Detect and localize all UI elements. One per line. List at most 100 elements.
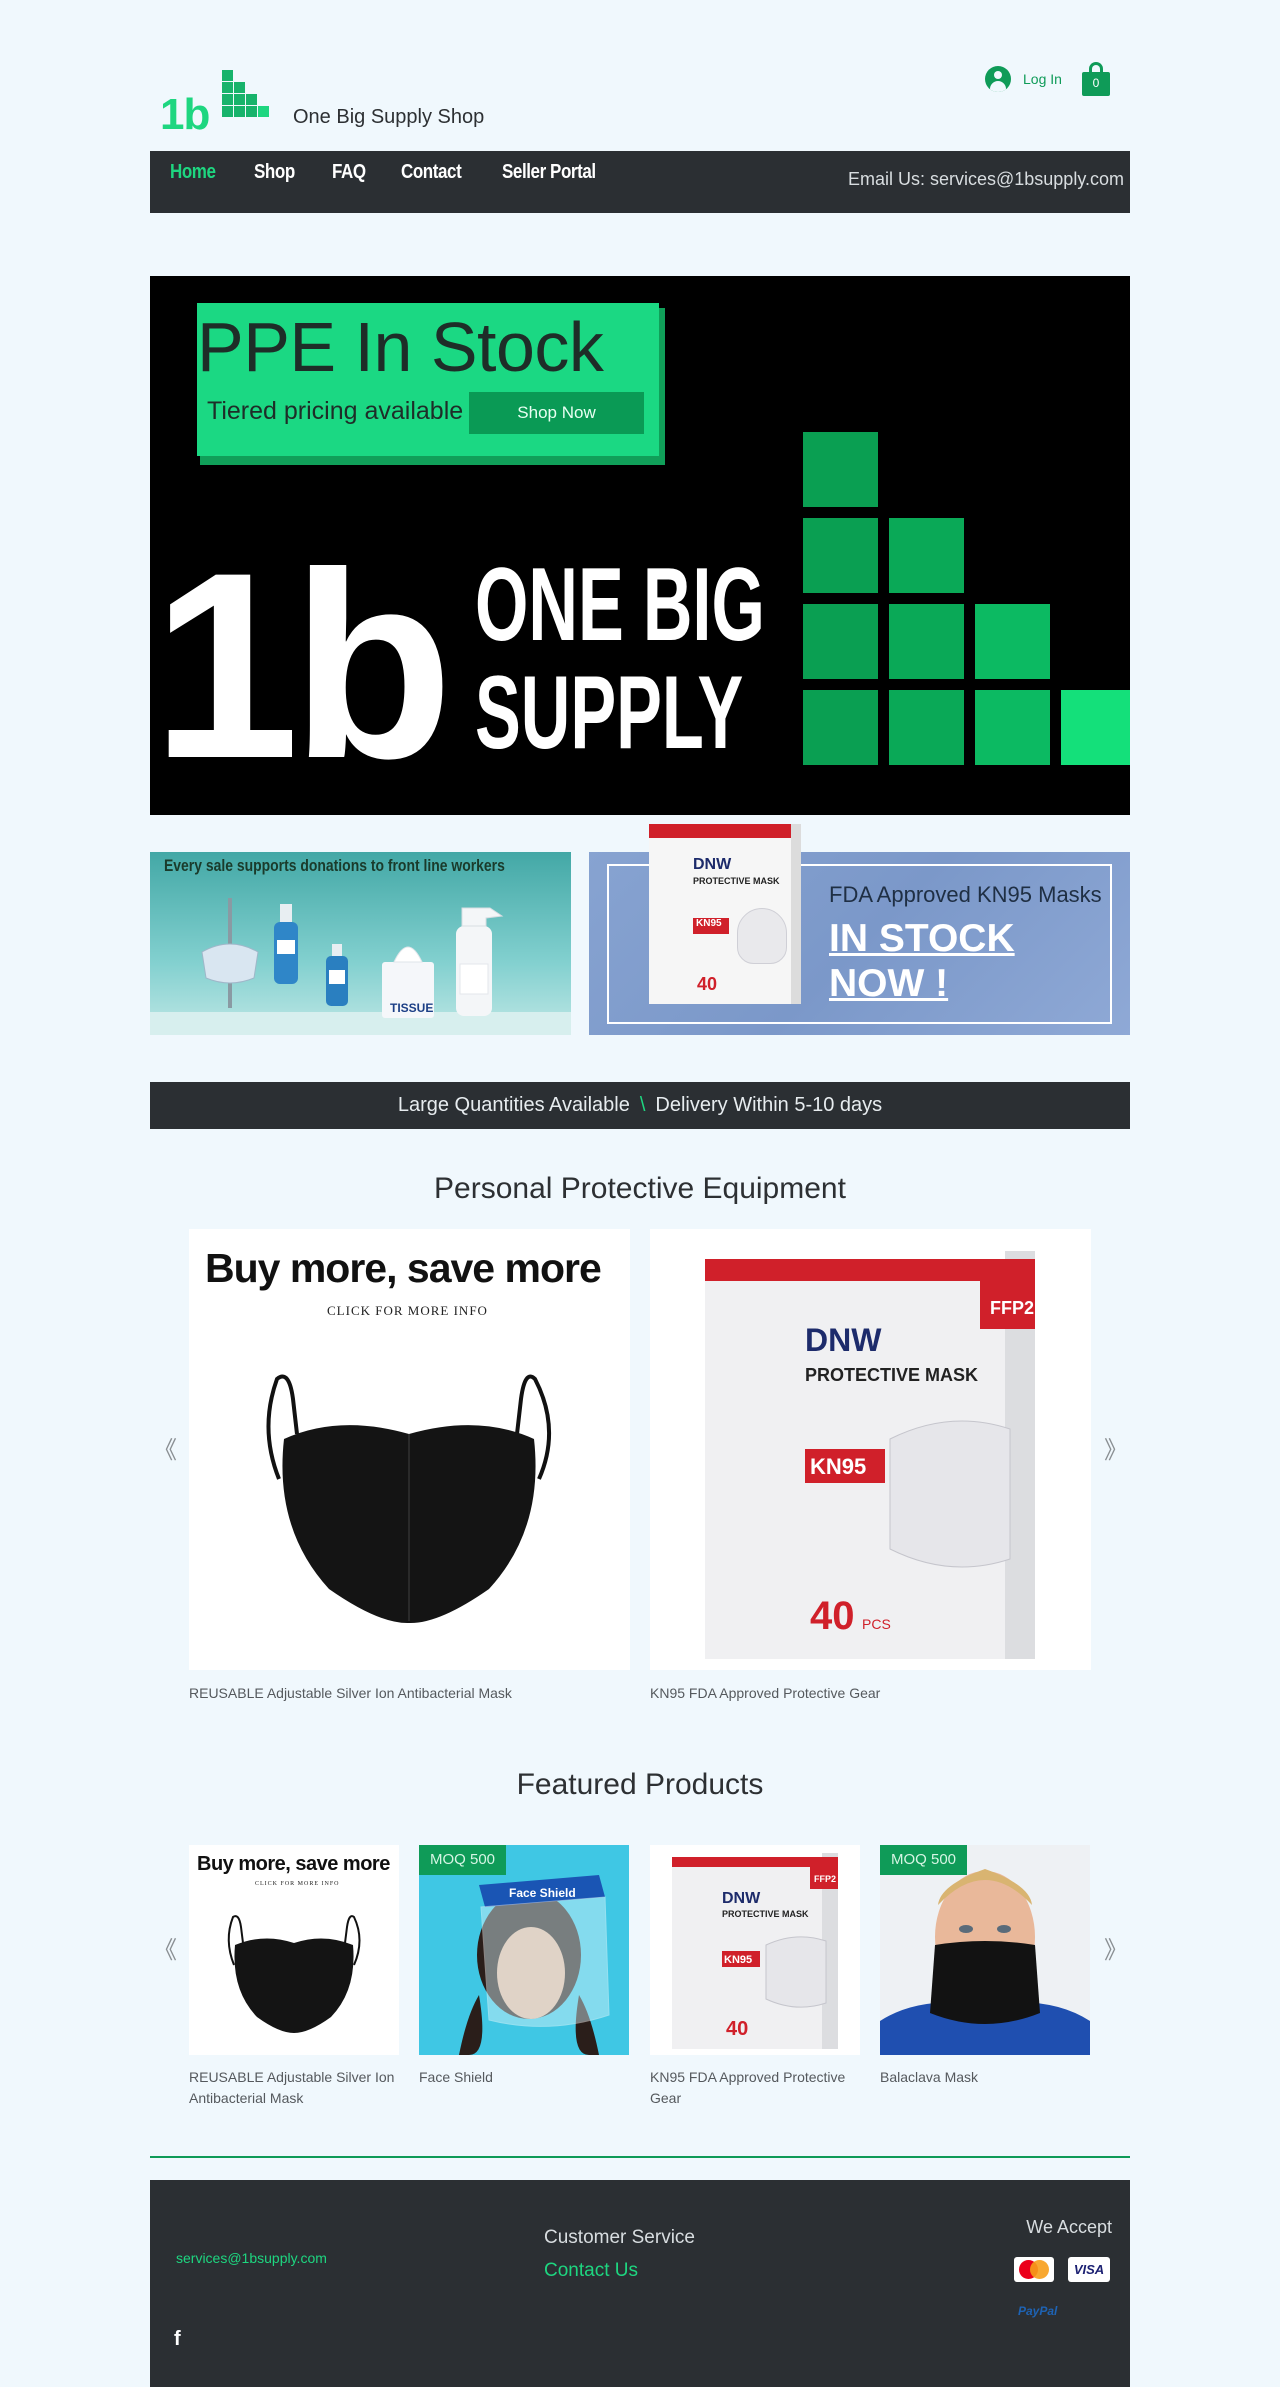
logo-block (258, 106, 269, 117)
ppe-prev-arrow[interactable]: 《 (153, 1430, 177, 1465)
hero-callout: PPE In Stock Tiered pricing available Sh… (197, 303, 659, 456)
we-accept-heading: We Accept (1026, 2217, 1112, 2237)
shield-band-text: Face Shield (509, 1886, 576, 1900)
shop-name[interactable]: One Big Supply Shop (293, 106, 484, 129)
kn95-box-product: PROTECTIVE MASK (693, 876, 780, 886)
product-card-image[interactable]: Buy more, save more CLICK FOR MORE INFO (189, 1845, 399, 2055)
hero-block (975, 690, 1050, 765)
customer-service-heading: Customer Service (544, 2227, 695, 2248)
hero-block (889, 690, 964, 765)
product-name[interactable]: Face Shield (419, 2067, 629, 2088)
kn95-promo-banner[interactable]: DNW PROTECTIVE MASK KN95 40 FDA Approved… (589, 824, 1130, 1035)
logo-block (234, 82, 245, 93)
svg-text:DNW: DNW (722, 1890, 761, 1907)
ppe-next-arrow[interactable]: 》 (1104, 1430, 1128, 1465)
hero-banner: PPE In Stock Tiered pricing available Sh… (150, 276, 1130, 815)
product-name[interactable]: REUSABLE Adjustable Silver Ion Antibacte… (189, 1683, 630, 1704)
facebook-icon[interactable]: f (174, 2328, 181, 2351)
product-card-image[interactable]: FFP2 DNW PROTECTIVE MASK KN95 40 (650, 1845, 860, 2055)
hero-brand-text: ONE BIG SUPPLY (475, 551, 765, 767)
hero-block (803, 604, 878, 679)
svg-text:PCS: PCS (862, 1616, 891, 1632)
nav-item-faq[interactable]: FAQ (332, 161, 366, 184)
kn95-box-brand: DNW (693, 856, 732, 873)
main-nav: Home Shop FAQ Contact Seller Portal Emai… (150, 151, 1130, 213)
face-shield-illustration: Face Shield (419, 1845, 629, 2055)
product-card-image[interactable]: MOQ 500 (880, 1845, 1090, 2055)
svg-text:40: 40 (726, 2018, 748, 2040)
hero-block (803, 518, 878, 593)
hero-big-logo: 1b (152, 518, 453, 814)
hero-block (803, 690, 878, 765)
cart-count: 0 (1092, 76, 1100, 90)
svg-text:KN95: KN95 (724, 1954, 752, 1966)
logo-block (234, 94, 245, 105)
black-mask-illustration (266, 1374, 552, 1624)
nav-item-shop[interactable]: Shop (254, 161, 295, 184)
shop-now-button[interactable]: Shop Now (469, 392, 644, 434)
footer-divider (150, 2156, 1130, 2158)
visa-icon: VISA (1068, 2257, 1110, 2282)
kn95-box-stripe (649, 824, 791, 838)
logo-block (222, 94, 233, 105)
moq-badge: MOQ 500 (419, 1845, 507, 1875)
svg-text:TISSUE: TISSUE (390, 1001, 433, 1015)
product-name[interactable]: KN95 FDA Approved Protective Gear (650, 2067, 860, 2109)
info-strip-separator: \ (639, 1094, 646, 1116)
cleaning-products-illustration: TISSUE (150, 898, 571, 1035)
black-mask-illustration (227, 1915, 361, 2033)
mastercard-icon (1014, 2257, 1054, 2282)
hero-block (889, 518, 964, 593)
info-strip-left: Large Quantities Available (397, 1094, 630, 1116)
product-name[interactable]: KN95 FDA Approved Protective Gear (650, 1683, 1091, 1704)
kn95-mask-shape (737, 908, 787, 964)
kn95-box-tag: KN95 (693, 918, 729, 934)
hero-title: PPE In Stock (197, 308, 604, 386)
svg-text:40: 40 (810, 1594, 855, 1638)
paypal-icon: PayPal (1018, 2304, 1058, 2318)
balaclava-illustration (880, 1845, 1090, 2055)
kn95-box-illustration: FFP2 DNW PROTECTIVE MASK KN95 40 (672, 1853, 838, 2049)
kn95-box-illustration: FFP2 DNW PROTECTIVE MASK KN95 40 PCS (705, 1251, 1035, 1659)
svg-text:KN95: KN95 (810, 1454, 866, 1479)
hero-block (889, 604, 964, 679)
logo-block (222, 70, 233, 81)
logo-block (246, 106, 257, 117)
info-strip-right: Delivery Within 5-10 days (655, 1094, 883, 1116)
nav-items: Home Shop FAQ Contact Seller Portal (170, 161, 612, 184)
login-button[interactable]: Log In (985, 66, 1062, 92)
logo-block (222, 82, 233, 93)
nav-item-home[interactable]: Home (170, 161, 216, 184)
kn95-promo-line2: NOW ! (829, 962, 949, 1005)
ppe-section-title: Personal Protective Equipment (434, 1172, 846, 1205)
contact-us-link[interactable]: Contact Us (544, 2260, 638, 2282)
product-card-image[interactable]: FFP2 DNW PROTECTIVE MASK KN95 40 PCS (650, 1229, 1091, 1670)
svg-text:FFP2: FFP2 (814, 1874, 836, 1884)
product-name[interactable]: Balaclava Mask (880, 2067, 1090, 2088)
footer-email[interactable]: services@1bsupply.com (176, 2250, 327, 2266)
nav-email[interactable]: Email Us: services@1bsupply.com (848, 169, 1124, 190)
product-name[interactable]: REUSABLE Adjustable Silver Ion Antibacte… (189, 2067, 399, 2109)
user-avatar-icon (985, 66, 1011, 92)
logo-block (234, 106, 245, 117)
product-card-image[interactable]: Buy more, save more CLICK FOR MORE INFO (189, 1229, 630, 1670)
kn95-promo-headline: IN STOCK NOW ! (829, 916, 1015, 1006)
nav-item-seller-portal[interactable]: Seller Portal (502, 161, 596, 184)
mastercard-orange-circle (1030, 2260, 1049, 2279)
hero-block (975, 604, 1050, 679)
nav-item-contact[interactable]: Contact (401, 161, 462, 184)
donation-promo-banner[interactable]: Every sale supports donations to front l… (150, 852, 571, 1035)
hero-block (1061, 690, 1130, 765)
svg-text:FFP2: FFP2 (990, 1298, 1034, 1318)
featured-next-arrow[interactable]: 》 (1104, 1930, 1128, 1965)
moq-badge: MOQ 500 (880, 1845, 968, 1875)
product-card-image[interactable]: Face Shield MOQ 500 (419, 1845, 629, 2055)
cart-icon[interactable]: 0 (1082, 62, 1110, 96)
featured-section-title: Featured Products (516, 1768, 764, 1801)
site-footer: services@1bsupply.com f Customer Service… (150, 2180, 1130, 2387)
kn95-box-image: DNW PROTECTIVE MASK KN95 40 (649, 824, 801, 1004)
logo-block (222, 106, 233, 117)
featured-prev-arrow[interactable]: 《 (153, 1930, 177, 1965)
site-logo[interactable]: 1b (160, 68, 282, 139)
hero-subtitle: Tiered pricing available (207, 397, 464, 425)
